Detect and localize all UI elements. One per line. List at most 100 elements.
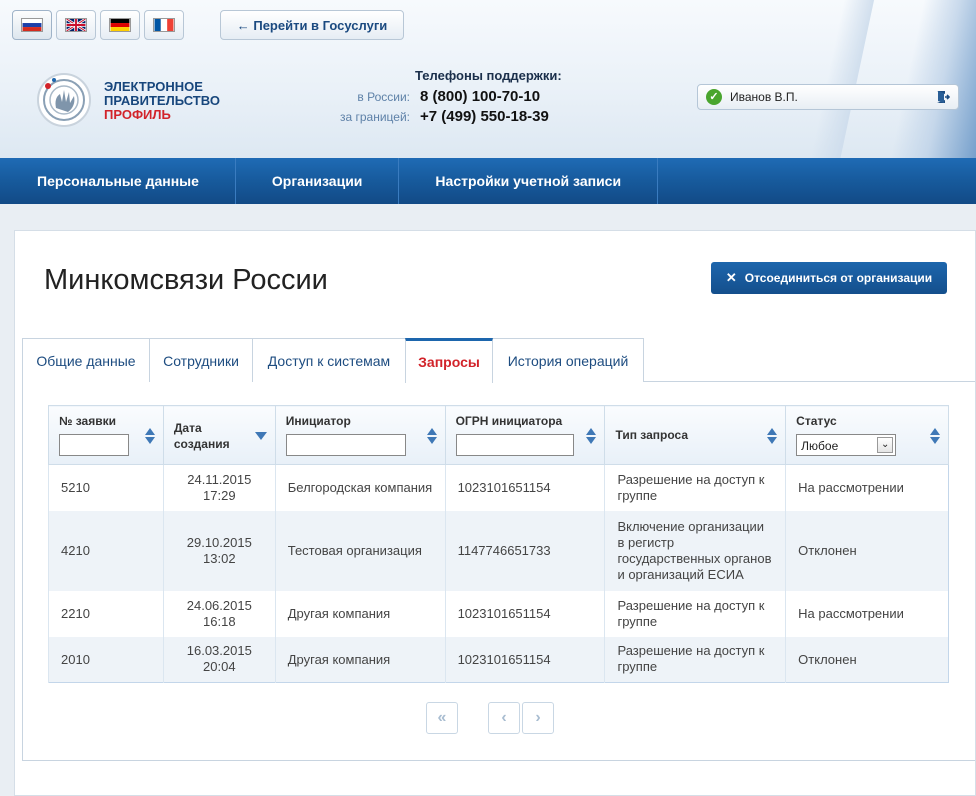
header-decoration <box>885 0 976 158</box>
nav-organizations[interactable]: Организации <box>236 158 400 204</box>
logo-line-3: ПРОФИЛЬ <box>104 107 171 122</box>
egov-logo-icon <box>37 73 91 127</box>
user-menu[interactable]: ✓ Иванов В.П. <box>697 84 959 110</box>
cell-id: 4210 <box>48 510 164 591</box>
cell-status: Отклонен <box>785 636 949 683</box>
requests-table: № заявки Дата создания Инициатор ОГРН ин… <box>48 405 949 683</box>
cell-date: 16.03.2015 20:04 <box>162 636 276 683</box>
column-label: Инициатор <box>285 414 351 428</box>
column-header-initiator[interactable]: Инициатор <box>274 405 446 465</box>
russia-flag-icon <box>21 18 43 32</box>
cell-ogrn: 1023101651154 <box>444 590 605 637</box>
status-filter-select[interactable]: Любое ⌄ <box>796 434 897 456</box>
cell-initiator: Тестовая организация <box>274 510 446 591</box>
column-header-id[interactable]: № заявки <box>48 405 164 465</box>
nav-personal-data[interactable]: Персональные данные <box>0 158 236 204</box>
tab-requests[interactable]: Запросы <box>405 338 493 383</box>
cell-type: Включение организации в регистр государс… <box>604 510 786 591</box>
table-row[interactable]: 2010 16.03.2015 20:04 Другая компания 10… <box>48 636 949 683</box>
sort-icon[interactable] <box>586 428 597 444</box>
sort-desc-icon[interactable] <box>254 432 267 440</box>
cell-ogrn: 1147746651733 <box>444 510 605 591</box>
nav-account-settings[interactable]: Настройки учетной записи <box>399 158 659 204</box>
phone-russia-number: 8 (800) 100-70-10 <box>420 88 541 105</box>
phone-russia-label: в России: <box>357 90 410 104</box>
cell-ogrn: 1023101651154 <box>444 636 605 683</box>
status-filter-value: Любое <box>801 439 839 453</box>
tab-history[interactable]: История операций <box>492 338 644 382</box>
logo-line-2: ПРАВИТЕЛЬСТВО <box>104 93 220 108</box>
main-nav: Персональные данные Организации Настройк… <box>0 158 976 204</box>
cell-initiator: Другая компания <box>274 590 446 637</box>
column-label: Статус <box>796 414 837 428</box>
lang-de-button[interactable] <box>100 10 140 40</box>
initiator-filter-input[interactable] <box>285 434 406 456</box>
table-header-row: № заявки Дата создания Инициатор ОГРН ин… <box>48 405 949 465</box>
france-flag-icon <box>153 18 175 32</box>
chevron-down-icon: ⌄ <box>877 437 894 453</box>
logout-icon[interactable] <box>936 90 950 104</box>
sort-icon[interactable] <box>426 428 437 444</box>
cell-status: На рассмотрении <box>785 464 949 511</box>
disconnect-organization-button[interactable]: ✕ Отсоединиться от организации <box>711 262 947 294</box>
lang-ru-button[interactable] <box>12 10 52 40</box>
page-title: Минкомсвязи России <box>44 264 328 296</box>
cell-type: Разрешение на доступ к группе <box>604 464 786 511</box>
tab-system-access[interactable]: Доступ к системам <box>252 338 406 382</box>
cell-initiator: Другая компания <box>274 636 446 683</box>
phone-abroad-label: за границей: <box>339 110 410 124</box>
column-label: № заявки <box>59 414 116 428</box>
uk-flag-icon <box>65 18 87 32</box>
cell-initiator: Белгородская компания <box>274 464 446 511</box>
column-header-type[interactable]: Тип запроса <box>604 405 787 465</box>
first-page-button[interactable]: « <box>426 702 458 734</box>
check-icon: ✓ <box>706 89 722 105</box>
cell-type: Разрешение на доступ к группе <box>604 590 786 637</box>
column-header-ogrn[interactable]: ОГРН инициатора <box>444 405 606 465</box>
cell-id: 2210 <box>48 590 164 637</box>
pagination: « ‹ › <box>426 702 554 734</box>
cell-status: На рассмотрении <box>785 590 949 637</box>
language-switcher <box>12 10 188 40</box>
table-row[interactable]: 5210 24.11.2015 17:29 Белгородская компа… <box>48 464 949 511</box>
cell-date: 24.06.2015 16:18 <box>162 590 276 637</box>
germany-flag-icon <box>109 18 131 32</box>
table-row[interactable]: 4210 29.10.2015 13:02 Тестовая организац… <box>48 510 949 591</box>
cell-type: Разрешение на доступ к группе <box>604 636 786 683</box>
user-name: Иванов В.П. <box>730 90 798 104</box>
column-label: Дата создания <box>173 421 230 451</box>
cell-ogrn: 1023101651154 <box>444 464 605 511</box>
support-title: Телефоны поддержки: <box>415 68 562 83</box>
column-label: ОГРН инициатора <box>455 414 563 428</box>
lang-fr-button[interactable] <box>144 10 184 40</box>
cell-date: 24.11.2015 17:29 <box>162 464 276 511</box>
column-header-status[interactable]: Статус Любое ⌄ <box>785 405 949 465</box>
header-decoration <box>805 0 877 158</box>
phone-russia-row: в России: 8 (800) 100-70-10 <box>314 88 540 105</box>
sort-icon[interactable] <box>767 428 778 444</box>
logo-line-1: ЭЛЕКТРОННОЕ <box>104 79 203 94</box>
disconnect-label: Отсоединиться от организации <box>744 271 933 285</box>
tab-general[interactable]: Общие данные <box>22 338 150 382</box>
phone-abroad-number: +7 (499) 550-18-39 <box>420 108 549 125</box>
column-label: Тип запроса <box>615 428 689 442</box>
column-header-date[interactable]: Дата создания <box>162 405 276 465</box>
goto-gosuslugi-button[interactable]: ← Перейти в Госуслуги <box>220 10 404 40</box>
cell-id: 2010 <box>48 636 164 683</box>
ogrn-filter-input[interactable] <box>455 434 574 456</box>
logo-text[interactable]: ЭЛЕКТРОННОЕ ПРАВИТЕЛЬСТВО ПРОФИЛЬ <box>104 80 220 122</box>
tab-employees[interactable]: Сотрудники <box>149 338 253 382</box>
table-row[interactable]: 2210 24.06.2015 16:18 Другая компания 10… <box>48 590 949 637</box>
cell-status: Отклонен <box>785 510 949 591</box>
cell-id: 5210 <box>48 464 164 511</box>
prev-page-button[interactable]: ‹ <box>488 702 520 734</box>
lang-en-button[interactable] <box>56 10 96 40</box>
phone-abroad-row: за границей: +7 (499) 550-18-39 <box>314 108 549 125</box>
sort-icon[interactable] <box>144 428 155 444</box>
pager-spacer <box>458 702 488 734</box>
next-page-button[interactable]: › <box>522 702 554 734</box>
sort-icon[interactable] <box>930 428 940 444</box>
id-filter-input[interactable] <box>59 434 129 456</box>
site-header: ← Перейти в Госуслуги ЭЛЕКТРОННОЕ ПРАВИТ… <box>0 0 976 158</box>
tab-bar: Общие данные Сотрудники Доступ к система… <box>22 338 644 383</box>
